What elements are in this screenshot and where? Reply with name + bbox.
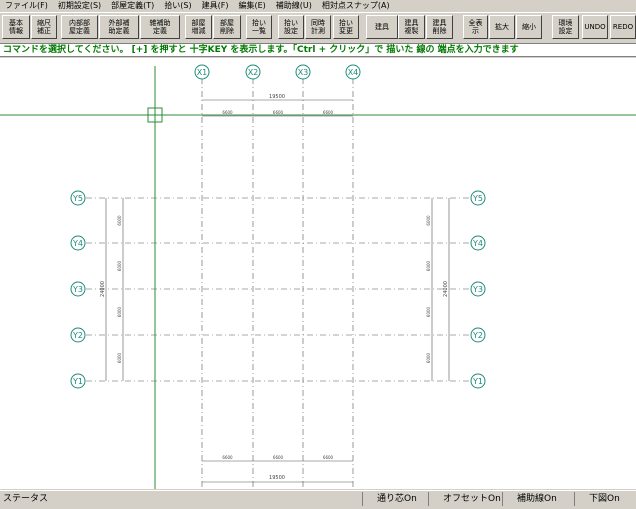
- axis-label-y: Y3: [472, 285, 483, 294]
- left-span-label: 6000: [117, 260, 122, 271]
- misc-aux-definition-button[interactable]: 雑補助 定義: [140, 15, 180, 39]
- toolbar: 基本 情報 縮尺 補正 内部部 屋定義 外部補 助定義 雑補助 定義 部屋 増減 部屋 削除…: [0, 12, 636, 44]
- basic-info-button[interactable]: 基本 情報: [2, 15, 30, 39]
- axis-label-y: Y2: [472, 331, 483, 340]
- axis-label-y: Y4: [472, 239, 483, 248]
- top-span-label: 6600: [273, 110, 284, 115]
- underlay-toggle[interactable]: 下図On: [574, 492, 636, 506]
- zoom-in-button[interactable]: 拡大: [489, 15, 515, 39]
- axis-label-y: Y1: [72, 377, 83, 386]
- right-span-label: 6000: [426, 215, 431, 226]
- takeoff-settings-button[interactable]: 拾い 設定: [278, 15, 304, 39]
- bottom-span-label: 6600: [222, 455, 233, 460]
- bottom-span-label: 6600: [323, 455, 334, 460]
- exterior-aux-definition-button[interactable]: 外部補 助定義: [99, 15, 139, 39]
- menu-item[interactable]: 補助線(U): [271, 0, 317, 11]
- axis-label-x: X3: [298, 68, 309, 77]
- left-span-label: 6000: [117, 306, 122, 317]
- fitting-button[interactable]: 建具: [366, 15, 398, 39]
- bottom-span-label: 6600: [273, 455, 284, 460]
- axis-label-y: Y3: [72, 285, 83, 294]
- top-total-label: 19500: [269, 94, 285, 100]
- axis-label-x: X4: [348, 68, 359, 77]
- interior-room-definition-button[interactable]: 内部部 屋定義: [61, 15, 98, 39]
- aux-line-toggle[interactable]: 補助線On: [502, 492, 572, 506]
- right-span-label: 6000: [426, 260, 431, 271]
- plan-drawing[interactable]: 19500 6600 6600 6600 6600 6600 6600 19500 24000 6…: [0, 58, 636, 489]
- room-delete-button[interactable]: 部屋 削除: [213, 15, 241, 39]
- takeoff-change-button[interactable]: 拾い 変更: [333, 15, 359, 39]
- left-span-label: 6000: [117, 352, 122, 363]
- menu-item[interactable]: 部屋定義(T): [106, 0, 159, 11]
- menu-item[interactable]: 相対点スナップ(A): [317, 0, 395, 11]
- axis-label-y: Y5: [472, 194, 483, 203]
- menu-item[interactable]: 初期設定(S): [53, 0, 106, 11]
- axis-label-y: Y5: [72, 194, 83, 203]
- right-span-label: 6000: [426, 306, 431, 317]
- axis-label-x: X1: [197, 68, 208, 77]
- left-span-label: 6000: [117, 215, 122, 226]
- status-bar: ステータス 通り芯On オフセットOn 補助線On 下図On: [0, 490, 636, 509]
- axis-label-y: Y4: [72, 239, 83, 248]
- left-total-label: 24000: [100, 281, 106, 297]
- menu-item[interactable]: ファイル(F): [0, 0, 53, 11]
- fitting-duplicate-button[interactable]: 建具 複製: [398, 15, 425, 39]
- environment-settings-button[interactable]: 環境 設定: [552, 15, 579, 39]
- axis-label-y: Y2: [72, 331, 83, 340]
- undo-button[interactable]: UNDO: [582, 15, 608, 39]
- drawing-canvas[interactable]: 19500 6600 6600 6600 6600 6600 6600 19500 24000 6…: [0, 58, 636, 489]
- redo-button[interactable]: REDO: [610, 15, 636, 39]
- grid-core-toggle[interactable]: 通り芯On: [362, 492, 426, 506]
- menu-bar: ファイル(F) 初期設定(S) 部屋定義(T) 拾い(S) 建具(F) 編集(E) 補助線(…: [0, 0, 636, 11]
- status-label: ステータス: [3, 494, 49, 504]
- menu-item[interactable]: 拾い(S): [159, 0, 196, 11]
- show-all-button[interactable]: 全表 示: [463, 15, 488, 39]
- zoom-out-button[interactable]: 縮小: [516, 15, 542, 39]
- right-span-label: 6000: [426, 352, 431, 363]
- axis-label-y: Y1: [472, 377, 483, 386]
- room-add-button[interactable]: 部屋 増減: [185, 15, 212, 39]
- fitting-delete-button[interactable]: 建具 削除: [426, 15, 453, 39]
- top-span-label: 6600: [323, 110, 334, 115]
- offset-toggle[interactable]: オフセットOn: [428, 492, 501, 506]
- top-span-label: 6600: [222, 110, 233, 115]
- menu-item[interactable]: 建具(F): [197, 0, 234, 11]
- takeoff-list-button[interactable]: 拾い 一覧: [246, 15, 272, 39]
- simultaneous-measure-button[interactable]: 同時 計測: [305, 15, 331, 39]
- axis-label-x: X2: [248, 68, 259, 77]
- scale-correction-button[interactable]: 縮尺 補正: [31, 15, 57, 39]
- right-total-label: 24000: [443, 281, 449, 297]
- command-prompt: コマンドを選択してください。 [+] を押すと 十字KEY を表示します。「Ct…: [0, 44, 636, 57]
- menu-item[interactable]: 編集(E): [233, 0, 270, 11]
- bottom-total-label: 19500: [269, 475, 285, 481]
